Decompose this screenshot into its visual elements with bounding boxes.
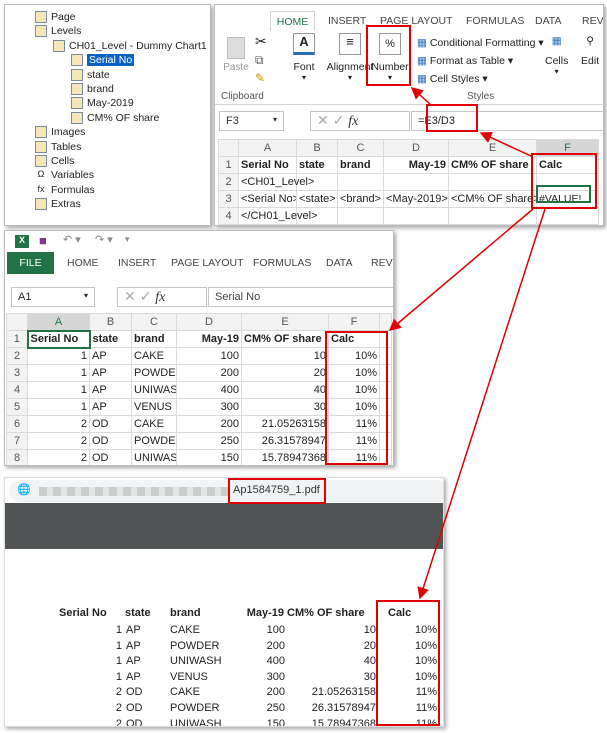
arrow-to-number [410, 87, 431, 105]
arrow-to-formula [479, 131, 532, 157]
arrow-to-pdf-calc [417, 208, 546, 600]
annotation-arrows [388, 87, 546, 600]
